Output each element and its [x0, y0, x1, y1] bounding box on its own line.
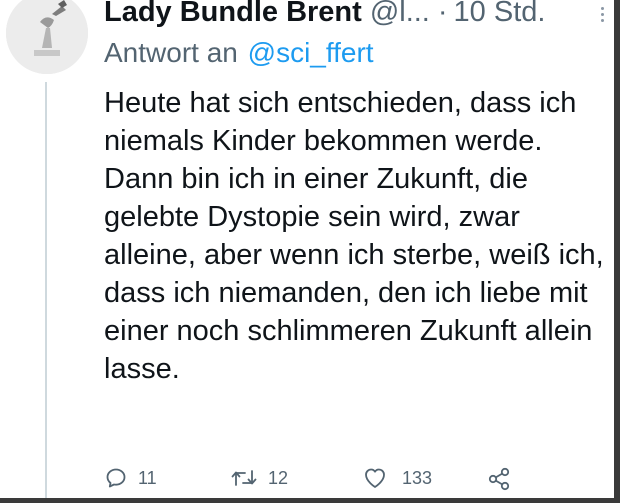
- heart-icon: [365, 468, 385, 488]
- share-button[interactable]: [486, 466, 512, 492]
- reply-to-handle[interactable]: @sci_ffert: [248, 37, 374, 68]
- tweet: Lady Bundle Brent @l... · 10 Std. Antwor…: [104, 0, 609, 388]
- reply-context: Antwort an @sci_ffert: [104, 36, 609, 70]
- reply-icon: [106, 468, 126, 488]
- display-name[interactable]: Lady Bundle Brent: [104, 0, 362, 30]
- tweet-header: Lady Bundle Brent @l... · 10 Std.: [104, 0, 609, 30]
- retweet-icon: [231, 470, 257, 486]
- retweet-button[interactable]: 12: [230, 466, 288, 490]
- tweet-text: Heute hat sich entschieden, dass ich nie…: [104, 87, 604, 385]
- share-icon: [488, 467, 510, 491]
- like-count: 133: [402, 467, 433, 488]
- reply-button[interactable]: 11: [104, 466, 157, 490]
- window-edge-bottom: [0, 498, 620, 503]
- separator-dot: ·: [437, 0, 448, 28]
- like-button[interactable]: 133: [362, 466, 432, 490]
- user-handle[interactable]: @l...: [370, 0, 430, 30]
- window-edge-right: [614, 0, 620, 503]
- retweet-count: 12: [268, 467, 289, 488]
- more-options-icon[interactable]: [596, 4, 608, 26]
- reply-count: 11: [138, 467, 157, 488]
- timestamp[interactable]: 10 Std.: [454, 0, 546, 30]
- avatar[interactable]: [6, 0, 88, 74]
- thread-line: [45, 82, 47, 503]
- avatar-image: [6, 0, 88, 74]
- tweet-actions: 11 12 133: [104, 466, 524, 496]
- reply-prefix: Antwort an: [104, 37, 238, 68]
